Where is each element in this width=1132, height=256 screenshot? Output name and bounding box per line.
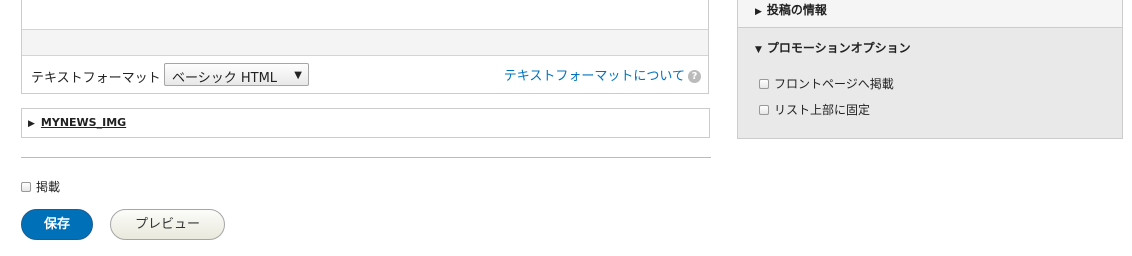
divider bbox=[21, 157, 711, 158]
chevron-down-icon: ▼ bbox=[294, 70, 302, 81]
mynews-img-details: ▶ MYNEWS_IMG bbox=[21, 108, 710, 138]
sticky-row: リスト上部に固定 bbox=[759, 101, 870, 118]
text-format-selected-value: ベーシック HTML bbox=[172, 71, 278, 86]
sticky-label: リスト上部に固定 bbox=[774, 103, 871, 117]
text-format-label: テキストフォーマット bbox=[31, 71, 161, 86]
triangle-right-icon: ▶ bbox=[28, 119, 35, 129]
help-icon: ? bbox=[688, 70, 701, 83]
promote-front-page-checkbox[interactable] bbox=[759, 79, 769, 89]
save-button[interactable]: 保存 bbox=[21, 209, 93, 240]
text-format-select[interactable]: ベーシック HTML ▼ bbox=[164, 63, 309, 86]
sidebar: ▶ 投稿の情報 ▼ プロモーションオプション フロントページへ掲載 リスト上部に固定 bbox=[737, 0, 1123, 139]
publish-checkbox[interactable] bbox=[21, 182, 31, 192]
mynews-img-label: MYNEWS_IMG bbox=[40, 116, 127, 129]
publish-checkbox-row: 掲載 bbox=[21, 178, 60, 195]
text-format-help-text: テキストフォーマットについて bbox=[503, 69, 685, 84]
text-format-help-link[interactable]: テキストフォーマットについて? bbox=[504, 65, 701, 84]
body-editor: テキストフォーマット ベーシック HTML ▼ テキストフォーマットについて? bbox=[21, 0, 709, 94]
node-edit-form: テキストフォーマット ベーシック HTML ▼ テキストフォーマットについて? … bbox=[0, 0, 1132, 256]
promotion-options-details: ▼ プロモーションオプション フロントページへ掲載 リスト上部に固定 bbox=[738, 28, 1122, 138]
authoring-info-summary[interactable]: ▶ 投稿の情報 bbox=[755, 1, 827, 18]
sticky-checkbox[interactable] bbox=[759, 105, 769, 115]
triangle-right-icon: ▶ bbox=[755, 7, 762, 17]
editor-status-bar bbox=[22, 29, 708, 56]
authoring-info-label: 投稿の情報 bbox=[766, 3, 827, 17]
authoring-info-details: ▶ 投稿の情報 bbox=[738, 0, 1122, 28]
triangle-down-icon: ▼ bbox=[755, 45, 762, 55]
mynews-img-summary[interactable]: ▶ MYNEWS_IMG bbox=[28, 116, 126, 129]
preview-button[interactable]: プレビュー bbox=[110, 209, 225, 240]
promotion-options-label: プロモーションオプション bbox=[766, 41, 911, 55]
promotion-options-summary[interactable]: ▼ プロモーションオプション bbox=[755, 39, 911, 56]
promote-front-page-row: フロントページへ掲載 bbox=[759, 75, 894, 92]
editor-content-area[interactable] bbox=[22, 0, 708, 29]
promote-front-page-label: フロントページへ掲載 bbox=[774, 77, 894, 91]
publish-label: 掲載 bbox=[36, 180, 61, 194]
text-format-row: テキストフォーマット ベーシック HTML ▼ テキストフォーマットについて? bbox=[22, 56, 708, 93]
